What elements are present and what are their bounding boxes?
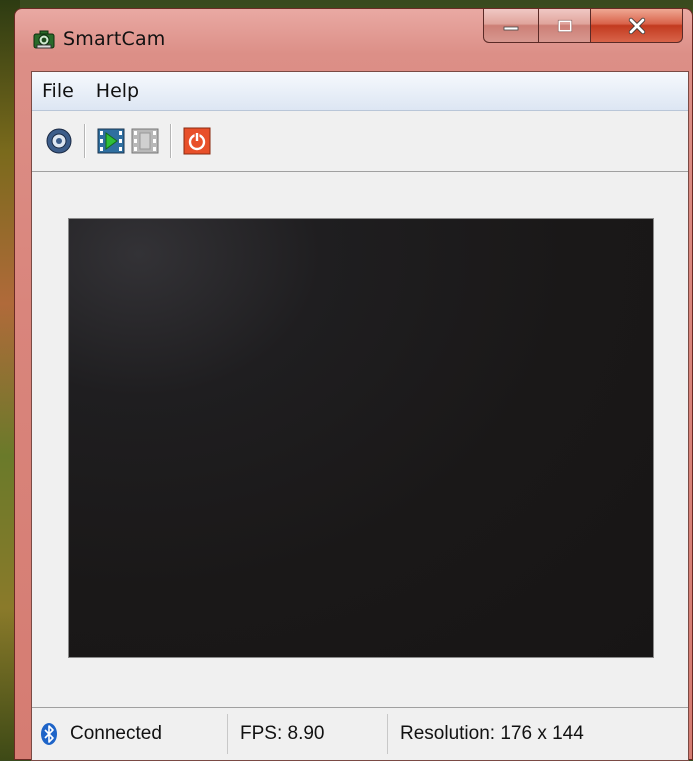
close-icon (628, 17, 645, 34)
connection-status: Connected (32, 714, 228, 754)
window-title: SmartCam (63, 28, 166, 50)
title-bar[interactable]: SmartCam (15, 9, 692, 67)
start-video-button[interactable] (94, 124, 128, 158)
client-area: File Help Connected FPS: 8.90 Resolution… (31, 71, 689, 761)
settings-button[interactable] (42, 124, 76, 158)
power-icon (183, 127, 211, 155)
fps-status: FPS: 8.90 (228, 714, 388, 754)
fps-label: FPS: 8.90 (240, 723, 325, 744)
caption-buttons (483, 9, 693, 47)
menu-bar: File Help (32, 72, 688, 111)
stop-video-icon (131, 128, 159, 154)
toolbar-separator (170, 124, 172, 158)
resolution-label: Resolution: 176 x 144 (400, 723, 584, 744)
power-button[interactable] (180, 124, 214, 158)
app-camera-icon (33, 30, 55, 49)
camera-preview (68, 218, 654, 658)
menu-help[interactable]: Help (96, 80, 139, 102)
start-video-icon (97, 128, 125, 154)
status-bar: Connected FPS: 8.90 Resolution: 176 x 14… (32, 707, 688, 760)
connection-label: Connected (70, 723, 162, 744)
toolbar (32, 111, 688, 172)
minimize-button[interactable] (483, 9, 539, 43)
bluetooth-icon (41, 723, 57, 745)
minimize-icon (503, 26, 519, 30)
close-button[interactable] (591, 9, 683, 43)
menu-file[interactable]: File (42, 80, 74, 102)
smartcam-window: SmartCam File Help Connected FPS: 8.90 R… (14, 8, 693, 761)
settings-disc-icon (46, 128, 72, 154)
maximize-icon (557, 19, 572, 32)
maximize-button[interactable] (539, 9, 591, 43)
resolution-status: Resolution: 176 x 144 (388, 714, 688, 754)
stop-video-button[interactable] (128, 124, 162, 158)
toolbar-separator (84, 124, 86, 158)
